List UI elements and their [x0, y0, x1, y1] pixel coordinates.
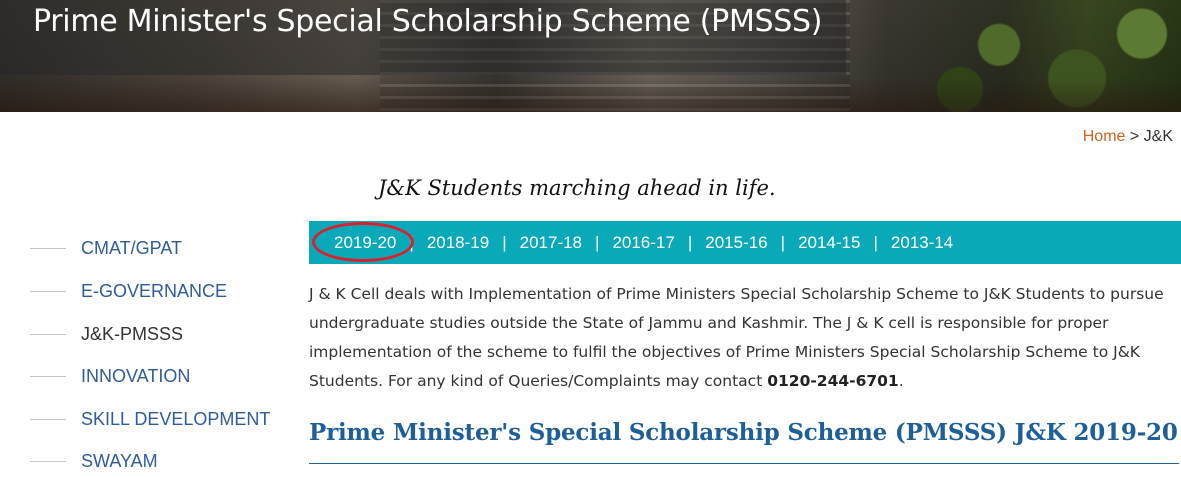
tagline: J&K Students marching ahead in life.: [378, 176, 776, 200]
sidebar-item-cmat-gpat[interactable]: CMAT/GPAT: [30, 228, 300, 268]
sidebar-item-jk-pmsss[interactable]: J&K-PMSSS: [30, 314, 300, 354]
contact-phone: 0120-244-6701: [767, 372, 899, 390]
sidebar-item-label: INNOVATION: [81, 365, 191, 386]
sidebar-item-dash: [30, 290, 66, 292]
breadcrumb-separator: >: [1125, 128, 1144, 145]
jk-cell-description: J & K Cell deals with Implementation of …: [309, 280, 1177, 396]
tab-2015-16[interactable]: 2015-16: [705, 233, 767, 253]
sidebar-item-label: SKILL DEVELOPMENT: [81, 408, 271, 429]
sidebar-item-dash: [30, 247, 66, 249]
tab-2014-15[interactable]: 2014-15: [798, 233, 860, 253]
sidebar-item-skill-development[interactable]: SKILL DEVELOPMENT: [30, 399, 300, 439]
year-tab-bar: 2019-20 | 2018-19 | 2017-18 | 2016-17 | …: [309, 221, 1181, 264]
sidebar-item-dash: [30, 333, 66, 335]
tab-2016-17[interactable]: 2016-17: [612, 233, 674, 253]
sidebar-item-label: CMAT/GPAT: [81, 237, 182, 258]
heading-divider: [309, 463, 1179, 464]
description-end: .: [898, 372, 904, 390]
breadcrumb-current: J&K: [1143, 128, 1173, 145]
sidebar-item-swayam[interactable]: SWAYAM: [30, 441, 300, 477]
tab-separator: |: [780, 232, 786, 252]
breadcrumb-home-link[interactable]: Home: [1083, 128, 1126, 145]
sidebar-item-dash: [30, 418, 66, 420]
tab-2019-20[interactable]: 2019-20: [334, 233, 396, 253]
page-title: Prime Minister's Special Scholarship Sch…: [33, 4, 823, 39]
sidebar-item-label: J&K-PMSSS: [81, 323, 184, 344]
description-text: J & K Cell deals with Implementation of …: [309, 285, 1164, 390]
tab-separator: |: [409, 232, 414, 252]
sidebar-item-label: E-GOVERNANCE: [81, 280, 228, 301]
sidebar-item-dash: [30, 375, 66, 377]
tab-2018-19[interactable]: 2018-19: [427, 233, 489, 253]
breadcrumb: Home > J&K: [1083, 128, 1173, 146]
tab-separator: |: [873, 232, 878, 252]
tab-2013-14[interactable]: 2013-14: [891, 233, 953, 253]
section-heading: Prime Minister's Special Scholarship Sch…: [309, 419, 1178, 446]
sidebar-item-dash: [30, 460, 66, 462]
header-banner: Prime Minister's Special Scholarship Sch…: [0, 0, 1181, 112]
tab-separator: |: [595, 232, 600, 252]
tab-separator: |: [502, 232, 507, 252]
sidebar-item-label: SWAYAM: [81, 450, 158, 471]
tab-separator: |: [687, 232, 693, 252]
sidebar-item-e-governance[interactable]: E-GOVERNANCE: [30, 271, 300, 311]
tab-2017-18[interactable]: 2017-18: [520, 233, 582, 253]
sidebar-item-innovation[interactable]: INNOVATION: [30, 356, 300, 396]
